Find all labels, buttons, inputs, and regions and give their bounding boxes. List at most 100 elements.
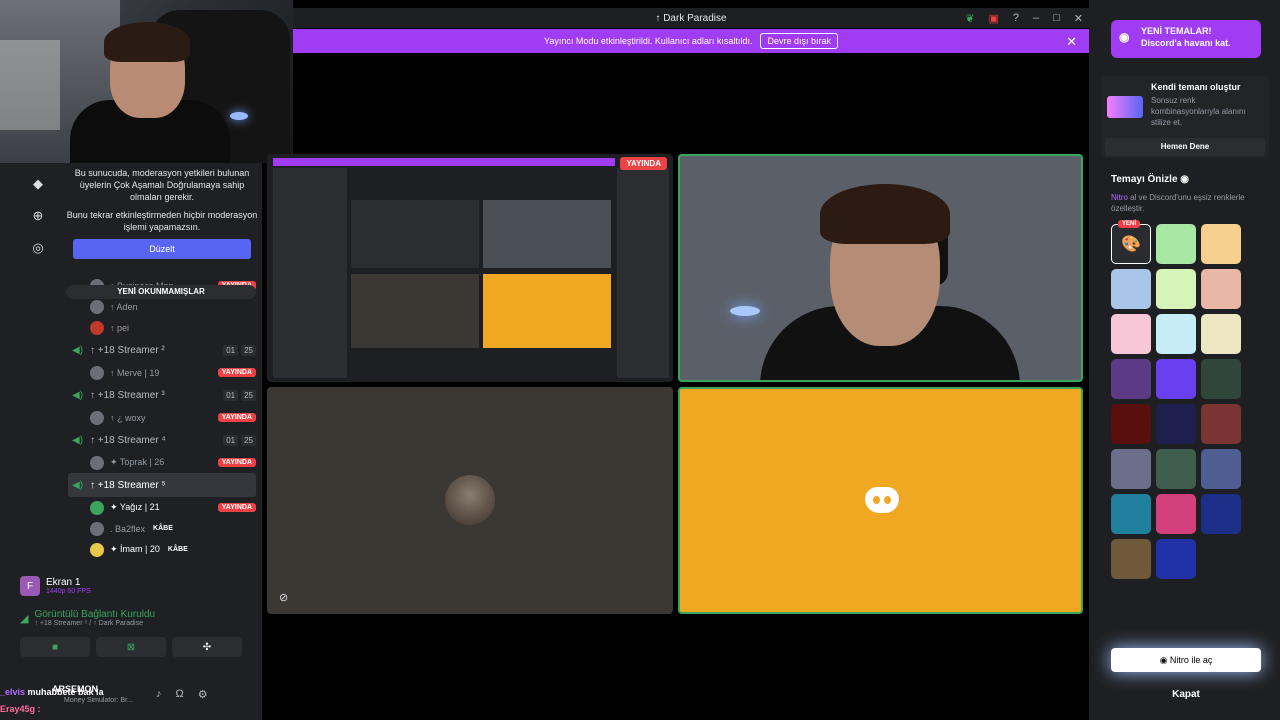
close-button[interactable]: Kapat [1111, 684, 1261, 706]
screen-share-tile[interactable]: YAYINDA [267, 154, 673, 382]
try-now-button[interactable]: Hemen Dene [1105, 138, 1265, 156]
theme-swatch[interactable] [1201, 359, 1241, 399]
streamer-mode-banner: Yayıncı Modu etkinleştirildi. Kullanıcı … [293, 29, 1089, 53]
maximize-icon[interactable]: □ [1053, 12, 1060, 24]
theme-swatch[interactable] [1201, 314, 1241, 354]
nitro-icon: ◉ [1119, 30, 1130, 44]
server-rail: ◆ ⊕ ◎ [22, 173, 54, 269]
theme-promo[interactable]: ◉ YENİ TEMALAR! Discord'a havanı kat. [1111, 20, 1261, 58]
minimize-icon[interactable]: – [1033, 12, 1039, 24]
user-activity: Money Simulator: Br... [64, 697, 133, 704]
custom-theme-desc: Sonsuz renk kombinasyonlarıyla alanını s… [1151, 96, 1246, 127]
popup-line2: Bunu tekrar etkinleştirmeden hiçbir mode… [66, 210, 258, 232]
voice-channel[interactable]: ◀) ↑ +18 Streamer ⁴ 01 25 [68, 428, 256, 452]
preview-desc: Nitro al ve Discord'unu eşsiz renklerle … [1111, 193, 1245, 213]
theme-preview-image [1107, 96, 1143, 118]
list-item[interactable]: ↑ Merve | 19 YAYINDA [68, 362, 256, 383]
theme-swatch[interactable] [1156, 359, 1196, 399]
participant-tile[interactable] [678, 387, 1083, 614]
new-badge: YENİ [1118, 220, 1141, 228]
voice-status: F Ekran 1 1440p 60 FPS ◢ Görüntülü Bağla… [20, 571, 256, 657]
unread-pill[interactable]: YENİ OKUNMAMIŞLAR [66, 285, 256, 299]
theme-swatch[interactable] [1111, 449, 1151, 489]
theme-swatch[interactable] [1156, 449, 1196, 489]
screen-title: Ekran 1 [46, 577, 81, 588]
theme-swatch[interactable] [1156, 539, 1196, 579]
voice-channel-active[interactable]: ◀) ↑ +18 Streamer ⁵ [68, 473, 256, 497]
connection-title: Görüntülü Bağlantı Kuruldu [34, 609, 156, 620]
chat-line: Eray45g : [0, 704, 41, 714]
discord-logo-icon [865, 487, 899, 513]
speaker-icon: ◀) [72, 479, 84, 491]
list-item[interactable]: ↑ ¿ woxy YAYINDA [68, 407, 256, 428]
close-window-icon[interactable]: ✕ [1074, 12, 1083, 25]
theme-swatch[interactable] [1111, 404, 1151, 444]
theme-swatch[interactable] [1156, 494, 1196, 534]
list-item[interactable]: ✦ Toprak | 26 YAYINDA [68, 452, 256, 473]
fix-button[interactable]: Düzelt [73, 239, 251, 259]
screen-share-icon[interactable]: ▣ [988, 12, 998, 25]
theme-swatch[interactable] [1201, 404, 1241, 444]
theme-swatch[interactable] [1156, 224, 1196, 264]
custom-theme-card: Kendi temanı oluştur Sonsuz renk kombina… [1101, 76, 1269, 158]
add-server-icon[interactable]: ⊕ [27, 205, 49, 227]
participant-tile[interactable]: ⊘ [267, 387, 673, 614]
activities-button[interactable]: ✣ [172, 637, 242, 657]
preview-title: Temayı Önizle ◉ [1111, 174, 1190, 185]
live-badge: YAYINDA [620, 157, 667, 170]
server-icon[interactable]: ◆ [27, 173, 49, 195]
list-item[interactable]: ↑ pei [68, 317, 256, 338]
theme-swatch[interactable] [1111, 539, 1151, 579]
camera-button[interactable]: ■ [20, 637, 90, 657]
screen-avatar: F [20, 576, 40, 596]
theme-swatch[interactable] [1201, 269, 1241, 309]
headphone-icon[interactable]: Ω [176, 688, 184, 701]
custom-theme-title: Kendi temanı oluştur [1151, 82, 1241, 92]
list-item[interactable]: ✦ İmam | 20 KÂBE [68, 539, 256, 560]
webcam-overlay [0, 0, 293, 163]
channel-list: ↑ Business Man ...YAYINDA ↑ Aden ↑ pei ◀… [68, 275, 256, 560]
screen: ↑ Dark Paradise ❦ ▣ ? – □ ✕ Yayıncı Modu… [0, 0, 1280, 720]
list-item[interactable]: ↑ Aden [68, 296, 256, 317]
theme-swatch[interactable] [1156, 269, 1196, 309]
discover-icon[interactable]: ◎ [27, 237, 49, 259]
theme-swatch[interactable] [1156, 314, 1196, 354]
mic-icon[interactable]: ♪ [156, 688, 162, 701]
leaf-icon[interactable]: ❦ [965, 12, 974, 25]
theme-swatch[interactable] [1111, 359, 1151, 399]
signal-icon: ◢ [20, 612, 29, 625]
list-item[interactable]: . Ba2flex KÂBE [68, 518, 256, 539]
close-banner-icon[interactable]: ✕ [1066, 34, 1077, 50]
theme-swatch[interactable] [1156, 404, 1196, 444]
title-bar: ↑ Dark Paradise ❦ ▣ ? – □ ✕ [293, 8, 1089, 28]
theme-panel: ◉ YENİ TEMALAR! Discord'a havanı kat. Ke… [1089, 0, 1280, 720]
speaker-icon: ◀) [72, 344, 84, 356]
voice-channel[interactable]: ◀) ↑ +18 Streamer ² 01 25 [68, 338, 256, 362]
settings-icon[interactable]: ⚙ [198, 688, 208, 701]
screen-quality: 1440p 60 FPS [46, 588, 91, 595]
theme-swatch[interactable] [1111, 494, 1151, 534]
theme-swatch[interactable] [1201, 449, 1241, 489]
muted-icon: ⊘ [279, 592, 289, 604]
theme-swatch[interactable] [1201, 494, 1241, 534]
connection-sub: ↑ +18 Streamer ⁵ / ↑ Dark Paradise [34, 620, 143, 627]
banner-text: Yayıncı Modu etkinleştirildi. Kullanıcı … [544, 36, 753, 46]
theme-swatch-custom[interactable]: 🎨 [1111, 224, 1151, 264]
speaker-icon: ◀) [72, 389, 84, 401]
disable-button[interactable]: Devre dışı bırak [760, 33, 838, 49]
window-title: ↑ Dark Paradise [655, 12, 727, 24]
stop-share-button[interactable]: ⊠ [96, 637, 166, 657]
popup-line1: Bu sunucuda, moderasyon yetkileri buluna… [74, 168, 250, 202]
list-item[interactable]: ✦ Yağız | 21 YAYINDA [68, 497, 256, 518]
speaker-icon: ◀) [72, 434, 84, 446]
left-sidebar: ◆ ⊕ ◎ Bu sunucuda, moderasyon yetkileri … [0, 163, 262, 720]
help-icon[interactable]: ? [1013, 12, 1019, 24]
mfa-popup: Bu sunucuda, moderasyon yetkileri buluna… [66, 163, 258, 273]
voice-channel[interactable]: ◀) ↑ +18 Streamer ³ 01 25 [68, 383, 256, 407]
theme-swatch[interactable] [1111, 269, 1151, 309]
user-controls: ♪ Ω ⚙ [156, 688, 208, 701]
theme-swatch[interactable] [1201, 224, 1241, 264]
unlock-nitro-button[interactable]: ◉ Nitro ile aç [1111, 648, 1261, 672]
theme-swatch[interactable] [1111, 314, 1151, 354]
camera-tile[interactable] [678, 154, 1083, 382]
